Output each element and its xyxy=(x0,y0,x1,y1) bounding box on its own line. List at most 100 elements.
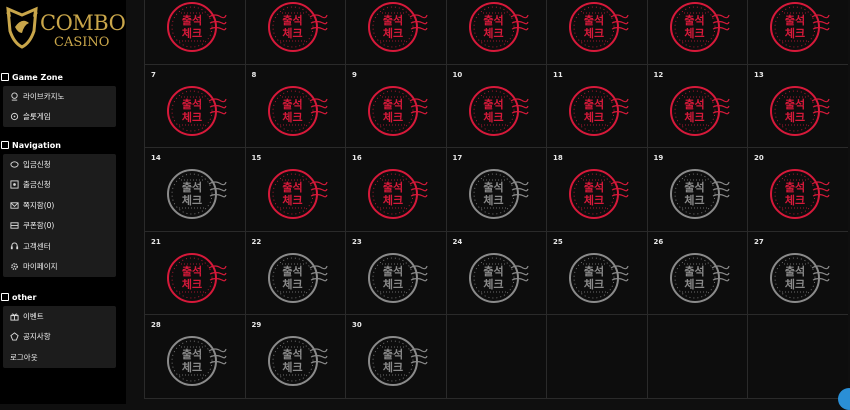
section-title-other: other xyxy=(1,291,36,303)
stamp-text-line1: 출석 xyxy=(382,181,404,194)
attendance-stamp-unchecked: 출석 체크 xyxy=(565,246,629,310)
day-number: 25 xyxy=(553,237,563,246)
stamp-text-line1: 출석 xyxy=(181,264,203,278)
attendance-stamp-checked: 출석 체크 xyxy=(364,79,428,143)
day-number: 28 xyxy=(151,321,161,329)
attendance-stamp-unchecked: 출석 체크 xyxy=(766,246,830,310)
stamp-text-line1: 출석 xyxy=(784,97,806,111)
stamp-text-line2: 체크 xyxy=(282,194,303,207)
day-number: 15 xyxy=(251,154,262,162)
stamp-text-line2: 체크 xyxy=(684,277,705,291)
calendar-day-cell: 26 출석 체크 xyxy=(646,231,747,315)
menu-item-deposit[interactable]: 입금신청 xyxy=(3,154,116,175)
stamp-text-line2: 체크 xyxy=(684,110,705,124)
calendar-day-cell: 22 출석 체크 xyxy=(244,231,345,315)
stamp-text-line2: 체크 xyxy=(784,277,806,291)
headset-icon xyxy=(10,242,19,251)
calendar-day-cell: 12 출석 체크 xyxy=(646,64,747,148)
menu-item-mailbox[interactable]: 쪽지함(0) xyxy=(3,195,116,216)
brand-logo[interactable]: COMBO CASINO xyxy=(4,5,126,55)
menu-item-label: 라이브카지노 xyxy=(23,91,65,101)
stamp-text-line1: 출석 xyxy=(382,97,404,111)
menu-item-label: 쪽지함(0) xyxy=(23,200,55,210)
menu-item-label: 쿠폰함(0) xyxy=(23,221,55,231)
calendar-day-cell: 24 출석 체크 xyxy=(445,231,546,315)
calendar-day-cell: 14 출석 체크 xyxy=(144,148,245,232)
shield-logo-icon xyxy=(6,6,38,49)
menu-item-notice[interactable]: 공지사항 xyxy=(3,327,116,348)
menu-item-withdraw[interactable]: 출금신청 xyxy=(3,175,116,196)
attendance-stamp-unchecked: 출석 체크 xyxy=(666,246,730,310)
attendance-stamp-checked: 출석 체크 xyxy=(264,79,328,143)
calendar-day-cell xyxy=(747,315,848,399)
menu-item-events[interactable]: 이벤트 xyxy=(3,306,116,327)
stamp-text-line2: 체크 xyxy=(784,194,806,207)
stamp-text-line2: 체크 xyxy=(181,277,203,291)
menu-item-label: 출금신청 xyxy=(23,180,51,190)
day-number: 16 xyxy=(352,154,362,162)
stamp-text-line2: 체크 xyxy=(282,277,303,291)
stamp-text-line1: 출석 xyxy=(583,14,605,27)
navigation-icon xyxy=(1,141,9,149)
brand-name-line1: COMBO xyxy=(40,11,126,35)
stamp-text-line1: 출석 xyxy=(181,14,203,27)
stamp-text-line1: 출석 xyxy=(181,181,203,194)
calendar-day-cell: 23 출석 체크 xyxy=(345,231,446,315)
stamp-text-line2: 체크 xyxy=(181,27,203,40)
stamp-text-line2: 체크 xyxy=(282,110,303,124)
stamp-text-line2: 체크 xyxy=(282,27,303,40)
slot-icon xyxy=(10,112,19,121)
calendar-day-cell: 출석 체크 xyxy=(244,0,345,65)
day-number: 9 xyxy=(352,70,357,79)
menu-item-label: 이벤트 xyxy=(23,311,44,321)
attendance-stamp-unchecked: 출석 체크 xyxy=(465,246,529,310)
stamp-text-line1: 출석 xyxy=(784,181,806,194)
menu-item-live-casino[interactable]: 라이브카지노 xyxy=(3,86,116,107)
attendance-stamp-checked: 출석 체크 xyxy=(565,79,629,143)
attendance-stamp-checked: 출석 체크 xyxy=(264,162,328,226)
calendar-day-cell: 16 출석 체크 xyxy=(345,148,446,232)
other-icon xyxy=(1,293,9,301)
section-title-label: Navigation xyxy=(12,140,61,150)
menu-item-logout[interactable]: 로그아웃 xyxy=(3,347,116,368)
calendar-day-cell: 출석 체크 xyxy=(445,0,546,65)
stamp-text-line1: 출석 xyxy=(382,348,404,361)
attendance-stamp-unchecked: 출석 체크 xyxy=(163,162,227,226)
attendance-stamp-unchecked: 출석 체크 xyxy=(163,329,227,393)
stamp-text-line1: 출석 xyxy=(282,14,303,27)
menu-item-slot-game[interactable]: 슬롯게임 xyxy=(3,107,116,128)
menu-item-mypage[interactable]: 마이페이지 xyxy=(3,257,116,278)
calendar-day-cell xyxy=(646,315,747,399)
attendance-stamp-checked: 출석 체크 xyxy=(364,162,428,226)
cards-icon xyxy=(10,92,19,101)
stamp-text-line1: 출석 xyxy=(684,14,705,27)
menu-item-coupons[interactable]: 쿠폰함(0) xyxy=(3,216,116,237)
stamp-text-line1: 출석 xyxy=(382,264,404,278)
stamp-text-line1: 출석 xyxy=(282,97,303,111)
menu-item-label: 마이페이지 xyxy=(23,262,58,272)
stamp-text-line1: 출석 xyxy=(483,181,504,194)
calendar-day-cell: 출석 체크 xyxy=(345,0,446,65)
attendance-stamp-unchecked: 출석 체크 xyxy=(666,162,730,226)
attendance-stamp-unchecked: 출석 체크 xyxy=(364,329,428,393)
chat-button[interactable] xyxy=(838,388,850,410)
menu-item-support[interactable]: 고객센터 xyxy=(3,236,116,257)
calendar-day-cell: 25 출석 체크 xyxy=(546,231,647,315)
attendance-stamp-unchecked: 출석 체크 xyxy=(465,162,529,226)
stamp-text-line2: 체크 xyxy=(181,361,203,374)
mail-icon xyxy=(10,201,19,210)
stamp-text-line1: 출석 xyxy=(784,264,806,278)
attendance-stamp-checked: 출석 체크 xyxy=(465,79,529,143)
menu-game-zone: 라이브카지노 슬롯게임 xyxy=(3,86,116,127)
stamp-text-line2: 체크 xyxy=(181,194,203,207)
attendance-stamp-checked: 출석 체크 xyxy=(766,0,830,59)
stamp-text-line1: 출석 xyxy=(684,181,705,194)
day-number: 11 xyxy=(553,70,563,79)
attendance-stamp-checked: 출석 체크 xyxy=(163,0,227,59)
attendance-stamp-checked: 출석 체크 xyxy=(163,246,227,310)
day-number: 29 xyxy=(251,321,262,329)
withdraw-icon xyxy=(10,180,19,189)
stamp-text-line2: 체크 xyxy=(382,194,404,207)
calendar-day-cell: 7 출석 체크 xyxy=(144,64,245,148)
attendance-calendar: 출석 체크 출석 체크 출석 체크 출석 체크 출석 체크 출석 체크 출석 체크 7 출석 체크 8 출석 체크 9 출… xyxy=(144,0,850,399)
